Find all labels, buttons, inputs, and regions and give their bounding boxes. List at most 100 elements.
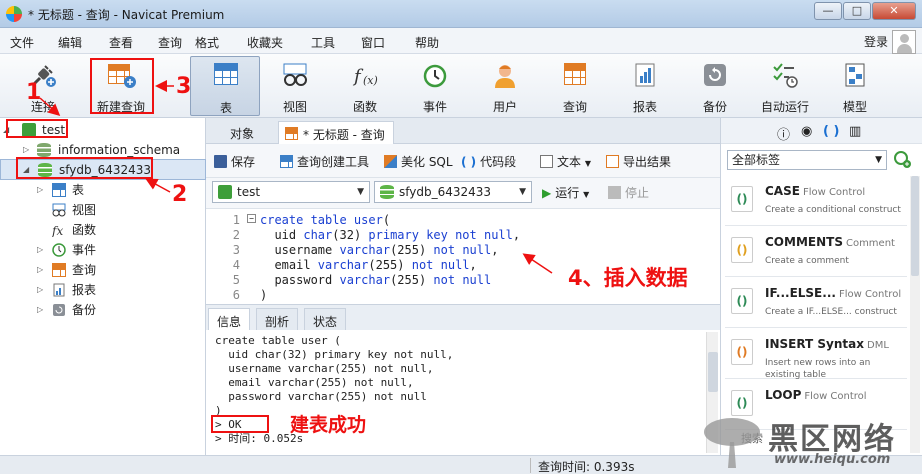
- menu-bar: 文件 编辑 查看 查询 格式 收藏夹 工具 窗口 帮助 登录: [0, 28, 922, 54]
- user-avatar-icon[interactable]: [892, 30, 916, 54]
- add-snippet-icon[interactable]: [893, 150, 911, 168]
- tree-item-functions[interactable]: fx 函数: [0, 220, 206, 240]
- tab-status[interactable]: 状态: [304, 308, 347, 331]
- menu-query[interactable]: 查询: [158, 34, 182, 51]
- menu-favorites[interactable]: 收藏夹: [247, 34, 283, 51]
- sql-text: (32): [332, 228, 369, 242]
- snippet-button[interactable]: ( ) 代码段: [461, 153, 516, 170]
- menu-format[interactable]: 格式: [195, 34, 219, 51]
- chevron-down-icon: ▼: [584, 159, 591, 168]
- sql-text: username: [260, 243, 340, 257]
- panel-layout-icon[interactable]: ▥: [849, 124, 861, 139]
- scrollbar-thumb[interactable]: [708, 352, 718, 392]
- chevron-down-icon: ▼: [875, 155, 882, 165]
- minimize-button[interactable]: —: [814, 2, 842, 20]
- report-label: 报表: [632, 100, 657, 114]
- function-icon: fx: [52, 224, 63, 237]
- save-button[interactable]: 保存: [214, 153, 255, 170]
- snippet-tag: Flow Control: [804, 391, 867, 402]
- menu-file[interactable]: 文件: [10, 34, 34, 51]
- code-line[interactable]: 2 uid char(32) primary key not null,: [206, 228, 720, 243]
- schedule-button[interactable]: 自动运行: [752, 58, 818, 114]
- query-button[interactable]: 查询: [542, 58, 608, 114]
- expand-icon[interactable]: ▷: [37, 180, 43, 200]
- highlight-ok: [211, 415, 269, 433]
- login-link[interactable]: 登录: [864, 33, 888, 50]
- tree-item-backups[interactable]: ▷ 备份: [0, 300, 206, 320]
- database-select[interactable]: sfydb_6432433 ▼: [374, 181, 532, 203]
- query-builder-button[interactable]: 查询创建工具: [280, 153, 369, 170]
- text-icon: [540, 155, 553, 168]
- snippet-panel: ⓘ ◉ ( ) ▥ 全部标签 ▼ () CASE Flow Control Creat…: [720, 118, 922, 455]
- scrollbar-thumb[interactable]: [911, 176, 919, 276]
- sql-text: ,: [469, 258, 477, 272]
- menu-tools[interactable]: 工具: [311, 34, 335, 51]
- export-result-button[interactable]: 导出结果: [606, 153, 671, 170]
- stop-button[interactable]: 停止: [608, 184, 649, 201]
- model-button[interactable]: 模型: [822, 58, 888, 114]
- backup-button[interactable]: 备份: [682, 58, 748, 114]
- snippet-tag: Flow Control: [838, 289, 902, 300]
- snippet-item[interactable]: () COMMENTS Comment Create a comment: [725, 227, 907, 277]
- database-icon: [37, 143, 51, 157]
- view-label: 视图: [282, 100, 307, 114]
- connection-select[interactable]: test ▼: [212, 181, 370, 203]
- code-line[interactable]: 3 username varchar(255) not null,: [206, 243, 720, 258]
- text-button[interactable]: 文本 ▼: [540, 153, 591, 170]
- expand-icon[interactable]: ▷: [37, 240, 43, 260]
- braces-icon[interactable]: ( ): [823, 124, 839, 139]
- sql-keyword: create table user: [260, 213, 383, 227]
- user-icon: [495, 65, 515, 88]
- eye-icon[interactable]: ◉: [801, 124, 812, 139]
- menu-window[interactable]: 窗口: [361, 34, 385, 51]
- expand-icon[interactable]: ▷: [37, 300, 43, 320]
- beautify-sql-button[interactable]: 美化 SQL: [384, 153, 453, 170]
- menu-edit[interactable]: 编辑: [58, 34, 82, 51]
- event-label: 事件: [422, 100, 447, 114]
- run-button[interactable]: ▶ 运行 ▼: [542, 184, 589, 201]
- expand-icon[interactable]: ▷: [37, 280, 43, 300]
- tree-item-label: 报表: [72, 283, 97, 297]
- query-icon: [52, 263, 66, 277]
- snippet-item[interactable]: () IF...ELSE... Flow Control Create a IF...…: [725, 278, 907, 328]
- event-button[interactable]: 事件: [402, 58, 468, 114]
- selector-row: test ▼ sfydb_6432433 ▼ ▶ 运行 ▼ 停止: [206, 178, 720, 208]
- tab-objects[interactable]: 对象: [222, 121, 262, 144]
- function-button[interactable]: f (x) 函数: [332, 58, 398, 114]
- snippet-tag: Flow Control: [802, 187, 866, 198]
- line-number: 5: [232, 273, 240, 287]
- beautify-icon: [384, 155, 397, 168]
- tab-query[interactable]: * 无标题 - 查询: [278, 121, 394, 144]
- sql-keyword: not null: [433, 273, 492, 287]
- close-button[interactable]: ✕: [872, 2, 916, 20]
- menu-help[interactable]: 帮助: [415, 34, 439, 51]
- snippet-item[interactable]: () INSERT Syntax DML Insert new rows into a…: [725, 329, 907, 380]
- tab-profile[interactable]: 剖析: [256, 308, 299, 331]
- tab-info[interactable]: 信息: [208, 308, 251, 331]
- code-line[interactable]: 1 create table user(: [206, 213, 720, 228]
- highlight-database: [16, 157, 153, 179]
- info-circle-icon[interactable]: ⓘ: [777, 124, 790, 143]
- snippet-item[interactable]: () CASE Flow Control Create a conditional c…: [725, 176, 907, 226]
- table-button[interactable]: 表: [190, 56, 260, 116]
- code-text: password varchar(255) not null: [260, 273, 491, 288]
- snippet-braces-icon: (): [731, 339, 753, 365]
- sql-text: (: [382, 213, 391, 227]
- connect-button[interactable]: 连接: [10, 58, 76, 114]
- report-button[interactable]: 报表: [612, 58, 678, 114]
- menu-view[interactable]: 查看: [109, 34, 133, 51]
- view-button[interactable]: 视图: [262, 58, 328, 114]
- sql-keyword: varchar: [317, 258, 369, 272]
- tree-item-events[interactable]: ▷ 事件: [0, 240, 206, 260]
- query-time: 查询时间: 0.393s: [538, 460, 635, 474]
- tree-item-queries[interactable]: ▷ 查询: [0, 260, 206, 280]
- tag-select[interactable]: 全部标签 ▼: [727, 150, 887, 170]
- query-icon: [564, 63, 586, 85]
- maximize-button[interactable]: □: [843, 2, 871, 20]
- expand-icon[interactable]: ▷: [37, 260, 43, 280]
- export-icon: [606, 155, 619, 168]
- tree-item-reports[interactable]: ▷ 报表: [0, 280, 206, 300]
- user-button[interactable]: 用户: [472, 58, 538, 114]
- document-tabs: 对象 * 无标题 - 查询: [206, 118, 720, 144]
- connect-label: 连接: [30, 100, 55, 114]
